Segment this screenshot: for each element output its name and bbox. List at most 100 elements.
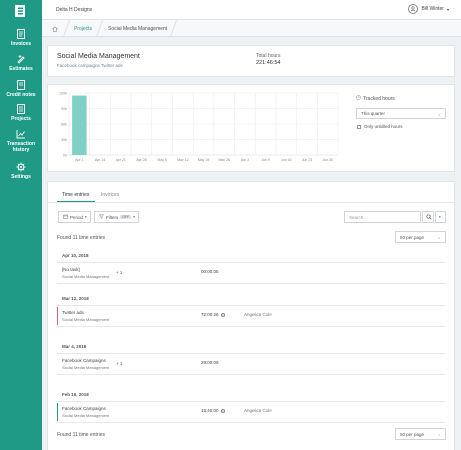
project-subtitle: Facebook campaigns Twitter ads — [57, 63, 123, 68]
sidebar-item-projects[interactable]: Projects — [0, 104, 42, 122]
time-entry-row[interactable]: [No task] Social Media Management + 1 00… — [57, 264, 446, 282]
date-group-header: Mar 12, 2018 — [62, 296, 89, 301]
chart-y-tick-label: 120h — [59, 92, 67, 96]
user-avatar-icon — [408, 4, 419, 14]
search-options-button[interactable]: ▾ — [435, 211, 446, 223]
company-name[interactable]: Delta H Designs — [56, 7, 92, 13]
entry-color-bar — [57, 403, 58, 421]
sidebar-item-invoices[interactable]: Invoices — [0, 29, 42, 47]
per-page-select-top[interactable]: 50 per page ⌄ — [395, 231, 446, 243]
chart-x-tick-label: Apr 1 — [75, 158, 83, 162]
project-title: Social Media Management — [57, 53, 140, 60]
time-entry-row[interactable]: Facebook Campaigns Social Media Manageme… — [57, 403, 446, 421]
tab-invoices[interactable]: Invoices — [101, 192, 119, 198]
entry-person: Angelica Cole — [244, 312, 272, 317]
chevron-down-icon: ▾ — [446, 6, 449, 12]
app-logo-icon[interactable] — [15, 5, 25, 17]
filters-button[interactable]: Filters OFF ▾ — [94, 211, 139, 223]
sidebar-item-estimates[interactable]: Estimates — [0, 54, 42, 72]
entry-duration: 15:40:00 i — [201, 408, 225, 413]
breadcrumb: Projects Social Media Management — [42, 20, 461, 37]
breadcrumb-projects-link[interactable]: Projects — [74, 26, 92, 32]
entry-task: Facebook Campaigns — [62, 358, 106, 363]
sidebar-item-label: Projects — [11, 116, 31, 122]
entry-task: Twitter ads — [62, 310, 84, 315]
chart-x-tick-label: May 19 — [198, 158, 210, 162]
date-group-header: Feb 19, 2018 — [62, 392, 89, 397]
chart-y-tick-label: 90h — [61, 107, 67, 111]
found-count-bottom: Found 11 time entries — [57, 432, 105, 438]
period-select-value: This quarter — [361, 111, 386, 116]
entry-plus-count[interactable]: + 1 — [116, 270, 122, 275]
projects-icon — [17, 104, 25, 114]
calendar-icon — [63, 214, 68, 220]
entry-duration-value: 29:00:09 — [201, 360, 219, 365]
sidebar-item-transaction-history[interactable]: Transaction history — [0, 129, 42, 153]
entry-duration: 00:00:05 — [201, 269, 219, 274]
total-hours-value: 221:46:54 — [256, 60, 281, 66]
period-select[interactable]: This quarter ⌄ — [356, 108, 446, 119]
top-bar: Delta H Designs Bill Winter ▾ — [42, 0, 461, 20]
info-icon[interactable]: i — [220, 408, 225, 413]
chart-y-tick-label: 0h — [63, 154, 67, 158]
search-input[interactable]: Search... — [344, 211, 421, 223]
entry-task: [No task] — [62, 267, 80, 272]
period-button-label: Period — [70, 214, 84, 220]
breadcrumb-separator — [95, 20, 104, 37]
time-entry-row[interactable]: Facebook Campaigns Social Media Manageme… — [57, 355, 446, 373]
found-count-top: Found 11 time entries — [57, 235, 105, 241]
settings-icon — [16, 162, 26, 172]
entry-duration-value: 00:00:05 — [201, 269, 219, 274]
user-name: Bill Winter — [421, 6, 444, 12]
unbilled-checkbox-row[interactable]: Only unbilled hours — [357, 124, 403, 129]
chart-x-tick-label: Apr 28 — [136, 158, 146, 162]
period-button[interactable]: Period ▾ — [58, 211, 91, 223]
tab-time-entries[interactable]: Time entries — [62, 192, 89, 198]
time-entry-row[interactable]: Twitter ads Social Media Management 72:0… — [57, 307, 446, 325]
user-menu[interactable]: Bill Winter ▾ — [408, 4, 449, 14]
chevron-down-icon: ⌄ — [437, 431, 441, 437]
filter-icon — [98, 214, 105, 220]
filters-off-badge: OFF — [120, 215, 132, 219]
filters-button-label: Filters — [106, 214, 119, 220]
search-icon — [426, 213, 432, 221]
tracked-hours-label: Tracked hours — [363, 95, 395, 102]
info-icon[interactable]: i — [220, 312, 225, 317]
entry-color-bar — [57, 355, 58, 373]
search-button[interactable] — [422, 211, 434, 223]
chevron-down-icon: ▾ — [133, 215, 136, 219]
sidebar-item-settings[interactable]: Settings — [0, 162, 42, 180]
estimates-icon — [17, 55, 25, 64]
per-page-value: 50 per page — [400, 234, 425, 240]
entry-person: Angelica Cole — [244, 408, 272, 413]
entry-duration-value: 15:40:00 — [201, 408, 219, 413]
sidebar-item-label: Settings — [11, 174, 31, 180]
divider — [57, 305, 446, 306]
chevron-down-icon: ▾ — [439, 215, 441, 219]
divider — [57, 374, 446, 375]
divider — [57, 262, 446, 263]
divider — [57, 326, 446, 327]
sidebar-item-label: Credit notes — [6, 92, 36, 98]
sidebar-item-label: Invoices — [10, 41, 31, 47]
per-page-value: 50 per page — [400, 431, 425, 437]
tracked-hours-toggle[interactable]: Tracked hours — [356, 95, 395, 102]
unbilled-checkbox[interactable] — [357, 124, 361, 129]
divider — [57, 283, 446, 284]
divider — [57, 422, 446, 423]
chart-x-tick-label: May 5 — [157, 158, 167, 162]
tabs-divider — [47, 202, 455, 203]
chart-bar — [72, 95, 87, 155]
date-group-header: Apr 10, 2018 — [62, 253, 89, 258]
clock-icon — [356, 95, 361, 102]
tracked-hours-chart: 0h 30h 60h 90h 120h Apr 1 Apr 14 Apr 21 Apr 28 Ma… — [59, 92, 339, 162]
chart-x-tick-label: Apr 14 — [95, 158, 105, 162]
entry-duration-value: 72:00:26 — [201, 312, 219, 317]
per-page-select-bottom[interactable]: 50 per page ⌄ — [395, 428, 446, 440]
chart-x-tick-label: Jun 30 — [322, 158, 333, 162]
entry-task: Facebook Campaigns — [62, 406, 106, 411]
home-icon[interactable] — [52, 26, 58, 34]
entry-plus-count[interactable]: + 1 — [116, 361, 122, 366]
entry-project: Social Media Management — [62, 317, 110, 322]
sidebar-item-credit-notes[interactable]: Credit notes — [0, 80, 42, 98]
